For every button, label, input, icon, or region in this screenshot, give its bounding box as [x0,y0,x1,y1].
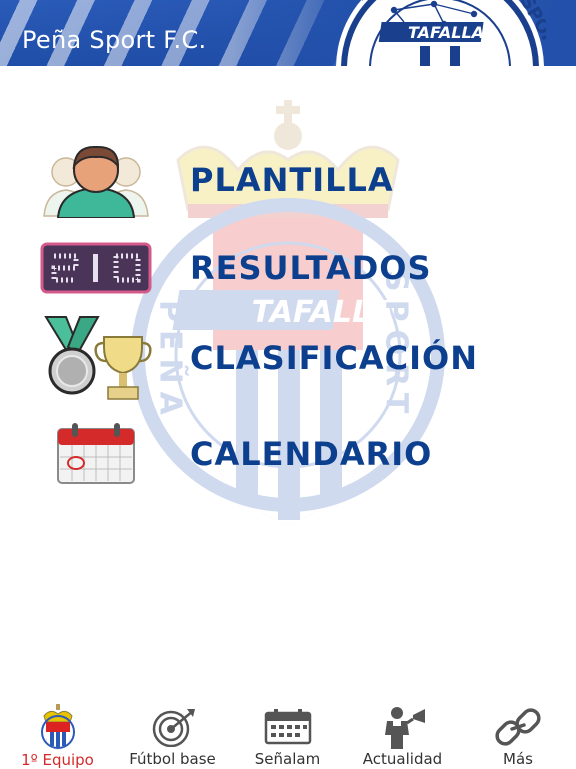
menu-label-resultados: RESULTADOS [190,249,432,287]
calendar-icon [263,704,313,749]
bottom-tab-bar: 1º Equipo Fútbol base Señalam Actualidad… [0,694,576,769]
menu-item-clasificacion[interactable]: CLASIFICACIÓN [0,316,576,400]
crest-tafalla-text: TAFALLA [408,23,484,42]
tab-mas[interactable]: Más [460,694,576,768]
players-icon [36,138,156,222]
tab-label-senalamientos: Señalam [254,750,321,768]
calendar-icon [36,412,156,496]
tab-futbol-base[interactable]: Fútbol base [115,694,230,768]
menu-item-calendario[interactable]: CALENDARIO [0,412,576,496]
menu-label-calendario: CALENDARIO [190,435,433,473]
app-title: Peña Sport F.C. [22,26,207,54]
tab-primer-equipo[interactable]: 1º Equipo [0,694,115,769]
tab-label-futbol-base: Fútbol base [129,750,216,768]
referee-whistle-icon [378,704,428,749]
target-icon [148,704,198,749]
scoreboard-icon [36,226,156,310]
tab-label-mas: Más [503,750,533,768]
menu-item-resultados[interactable]: RESULTADOS [0,226,576,310]
menu-label-clasificacion: CLASIFICACIÓN [190,339,478,377]
tab-label-actualidad: Actualidad [362,750,443,768]
tab-actualidad[interactable]: Actualidad [345,694,460,768]
menu-label-plantilla: PLANTILLA [190,161,394,199]
app-header: Peña Sport F.C. TAFALLA PEÑA SPORT [0,0,576,66]
medal-trophy-icon [36,316,156,400]
chain-link-icon [493,704,543,749]
club-crest-icon [33,704,83,750]
tab-senalamientos[interactable]: Señalam [230,694,345,768]
club-crest-logo: TAFALLA PEÑA SPORT [336,0,546,66]
menu-item-plantilla[interactable]: PLANTILLA [0,138,576,222]
tab-label-primer-equipo: 1º Equipo [21,751,94,769]
